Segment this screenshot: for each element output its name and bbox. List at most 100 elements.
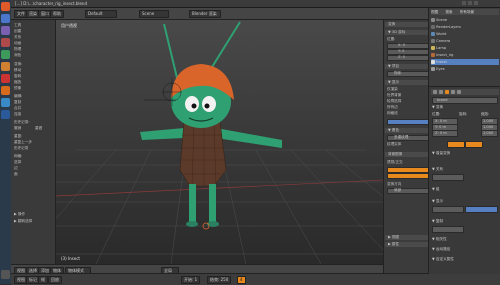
outliner-row[interactable]: Scene — [431, 17, 499, 23]
checkbox-textured-solid[interactable]: 纹理实体 — [387, 142, 401, 147]
panel-header[interactable]: ▼ 相关性 — [432, 237, 447, 242]
panel-header[interactable]: ▼ 组 — [432, 187, 440, 192]
tool-button[interactable]: 旋转 — [14, 74, 21, 79]
shading-select[interactable]: 多重纹理 — [387, 135, 429, 141]
panel-header[interactable]: ▼ 3D 游标 — [385, 30, 428, 35]
shelf-tab[interactable]: 关系 — [14, 35, 21, 40]
start-frame-field[interactable]: 开始: 1 — [181, 276, 201, 284]
shelf-tab[interactable]: 工具 — [14, 23, 21, 28]
app-icon[interactable] — [1, 98, 10, 107]
tool-button[interactable]: 连接 — [14, 112, 21, 117]
files-icon[interactable] — [1, 14, 10, 23]
tool-button[interactable]: 缩放 — [14, 80, 21, 85]
maximize-icon[interactable] — [468, 1, 472, 5]
scale-z-field[interactable]: 1.000 — [481, 130, 498, 137]
checkbox-all-edges[interactable]: 所有边 — [387, 105, 398, 110]
outliner-display-select[interactable]: 所有场景 — [460, 10, 474, 14]
menu-help[interactable]: 帮助 — [50, 10, 64, 18]
duplication-field[interactable] — [432, 226, 464, 233]
close-icon[interactable] — [474, 1, 478, 5]
active-toggle[interactable] — [465, 141, 483, 148]
outliner-search-menu[interactable]: 搜索 — [445, 10, 452, 14]
outliner-view-menu[interactable]: 视图 — [431, 10, 438, 14]
cursor-z-field[interactable]: Z: 0 — [387, 55, 429, 61]
checkbox-outline[interactable]: 轮廓选择 — [387, 99, 401, 104]
panel-header[interactable]: ▼ 自定义属性 — [432, 257, 454, 262]
browser-icon[interactable] — [1, 26, 10, 35]
panel-header[interactable]: ▼ 运动路径 — [432, 247, 450, 252]
app-icon[interactable] — [1, 86, 10, 95]
checkbox-only-render[interactable]: 仅渲染 — [387, 87, 398, 92]
outliner-row[interactable]: Eyes — [431, 66, 499, 72]
tool-button[interactable]: 复制 — [14, 100, 21, 105]
ubuntu-logo-icon[interactable] — [1, 2, 10, 11]
active-toggle[interactable] — [387, 173, 429, 179]
tool-button[interactable]: 合并 — [14, 106, 21, 111]
3d-viewport[interactable]: 用户透视 (3) Insect — [56, 20, 383, 264]
outliner-row-selected[interactable]: Insect — [431, 59, 499, 65]
outliner-row[interactable]: Lamp — [431, 45, 499, 51]
panel-header[interactable]: 变换 — [385, 22, 428, 27]
app-icon[interactable] — [1, 110, 10, 119]
render-engine-select[interactable]: Blender 渲染 — [189, 10, 221, 18]
timeline-frame-menu[interactable]: 帧 — [38, 276, 48, 284]
panel-header[interactable]: ▼ 显示 — [432, 199, 443, 204]
location-z-field[interactable]: Z: 0 m — [432, 130, 458, 137]
checkbox-grid[interactable]: 网格线 — [387, 111, 398, 116]
outliner-row[interactable]: Camera — [431, 38, 499, 44]
current-frame-field[interactable]: 4 — [237, 276, 246, 284]
material-tab-icon[interactable] — [457, 90, 461, 94]
outliner-row[interactable]: RenderLayers — [431, 24, 499, 30]
tool-button[interactable]: 移动 — [14, 68, 21, 73]
shelf-tab[interactable]: 动画 — [14, 41, 21, 46]
scene-tab-icon[interactable] — [439, 90, 443, 94]
active-toggle[interactable] — [447, 141, 465, 148]
panel-header[interactable]: ▶ 视图 — [385, 235, 428, 240]
tool-button[interactable]: 边 — [14, 166, 18, 171]
operator-option[interactable]: ▶ 翻转选择 — [14, 219, 32, 224]
panel-header[interactable]: ▼ 复制 — [432, 219, 443, 224]
grid-toggle-row[interactable] — [387, 119, 429, 125]
checkbox-world-bg[interactable]: 世界背景 — [387, 93, 401, 98]
history-button[interactable]: 历史记录 — [14, 146, 28, 151]
modifier-tab-icon[interactable] — [451, 90, 455, 94]
parent-field[interactable] — [432, 174, 464, 181]
operator-panel-header[interactable]: ▶ 操作 — [14, 212, 25, 217]
panel-header[interactable]: ▼ 项目 — [385, 64, 428, 69]
minimize-icon[interactable] — [462, 1, 466, 5]
shelf-tab[interactable]: 物理 — [14, 47, 21, 52]
spreadsheet-icon[interactable] — [1, 50, 10, 59]
panel-header[interactable]: ▼ 显示 — [385, 80, 428, 85]
timeline-playback-menu[interactable]: 回放 — [48, 276, 62, 284]
panel-header[interactable]: ▼ 着色 — [385, 128, 428, 133]
tool-button[interactable]: 面 — [14, 172, 18, 177]
object-tab-icon[interactable] — [445, 90, 449, 94]
repeat-last-button[interactable]: 重复上一步 — [14, 140, 32, 145]
shelf-tab[interactable]: 创建 — [14, 29, 21, 34]
outliner-row[interactable]: insect_rig — [431, 52, 499, 58]
undo-button[interactable]: 撤销 — [14, 126, 21, 131]
shelf-tab[interactable]: 润色 — [14, 53, 21, 58]
display-field[interactable] — [432, 206, 464, 213]
blender-icon[interactable] — [1, 74, 10, 83]
toggle-persp-ortho[interactable]: 透视/正交 — [387, 160, 403, 165]
scene-select[interactable]: Scene — [139, 10, 169, 18]
display-toggle[interactable] — [465, 206, 498, 213]
trash-icon[interactable] — [1, 270, 10, 279]
office-icon[interactable] — [1, 38, 10, 47]
panel-header[interactable]: ▶ 属性 — [385, 242, 428, 247]
layout-select[interactable]: Default — [85, 10, 117, 18]
tool-button[interactable]: 选择 — [14, 160, 21, 165]
end-frame-field[interactable]: 结束: 250 — [207, 276, 232, 284]
item-name-field[interactable]: 物体 — [387, 71, 429, 77]
redo-button[interactable]: 重做 — [35, 126, 42, 131]
render-tab-icon[interactable] — [433, 90, 437, 94]
outliner-row[interactable]: World — [431, 31, 499, 37]
orientation-field[interactable]: 局部 — [387, 188, 429, 194]
panel-header[interactable]: ▼ 变换 — [432, 105, 443, 110]
panel-header[interactable]: ▼ 关系 — [432, 167, 443, 172]
object-name-field[interactable]: Insect — [432, 97, 498, 104]
panel-header[interactable]: 背景图像 — [385, 152, 428, 157]
panel-header[interactable]: ▼ 增量变换 — [432, 151, 450, 156]
tool-button[interactable]: 镜像 — [14, 86, 21, 91]
